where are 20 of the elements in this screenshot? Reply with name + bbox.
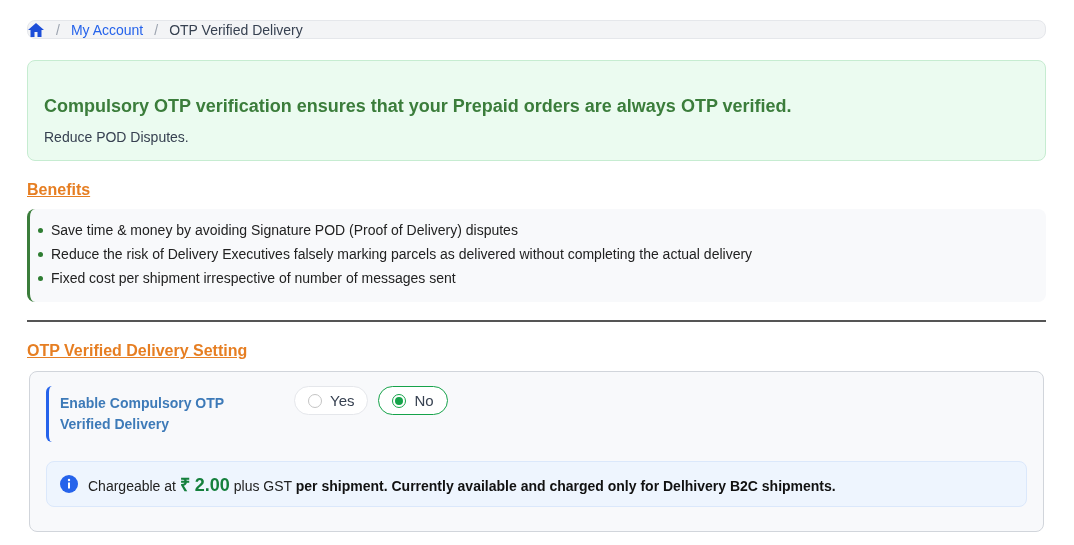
setting-label: Enable Compulsory OTP Verified Delivery xyxy=(46,386,260,442)
breadcrumb-link[interactable]: My Account xyxy=(70,21,144,38)
info-icon xyxy=(60,475,78,493)
bullet-icon xyxy=(38,227,43,233)
alert-title: Compulsory OTP verification ensures that your Prepaid orders are always OTP verified. xyxy=(44,96,793,117)
benefit-item: Save time & money by avoiding Signature POD (Proof of Delivery) disputes xyxy=(51,221,518,240)
bullet-icon xyxy=(38,275,43,281)
radio-option[interactable]: No xyxy=(378,386,448,415)
alert-text: Reduce POD Disputes. xyxy=(44,129,190,145)
home-icon[interactable] xyxy=(27,21,45,38)
section-heading: OTP Verified Delivery Setting xyxy=(27,342,248,359)
breadcrumb-separator: / xyxy=(154,21,159,38)
breadcrumb-separator: / xyxy=(56,21,60,38)
benefit-item: Fixed cost per shipment irrespective of number of messages sent xyxy=(51,269,456,288)
section-heading: Benefits xyxy=(27,181,91,198)
benefit-item: Reduce the risk of Delivery Executives falsely marking parcels as delivered without completing the actual delivery xyxy=(51,245,753,264)
radio-option[interactable]: Yes xyxy=(294,386,369,415)
info-note: Chargeable at ₹ 2.00 plus GST per shipment. Currently available and charged only for Delhivery B2C shipments. xyxy=(88,474,836,496)
breadcrumb-current: OTP Verified Delivery xyxy=(169,21,303,38)
bullet-icon xyxy=(38,251,43,257)
